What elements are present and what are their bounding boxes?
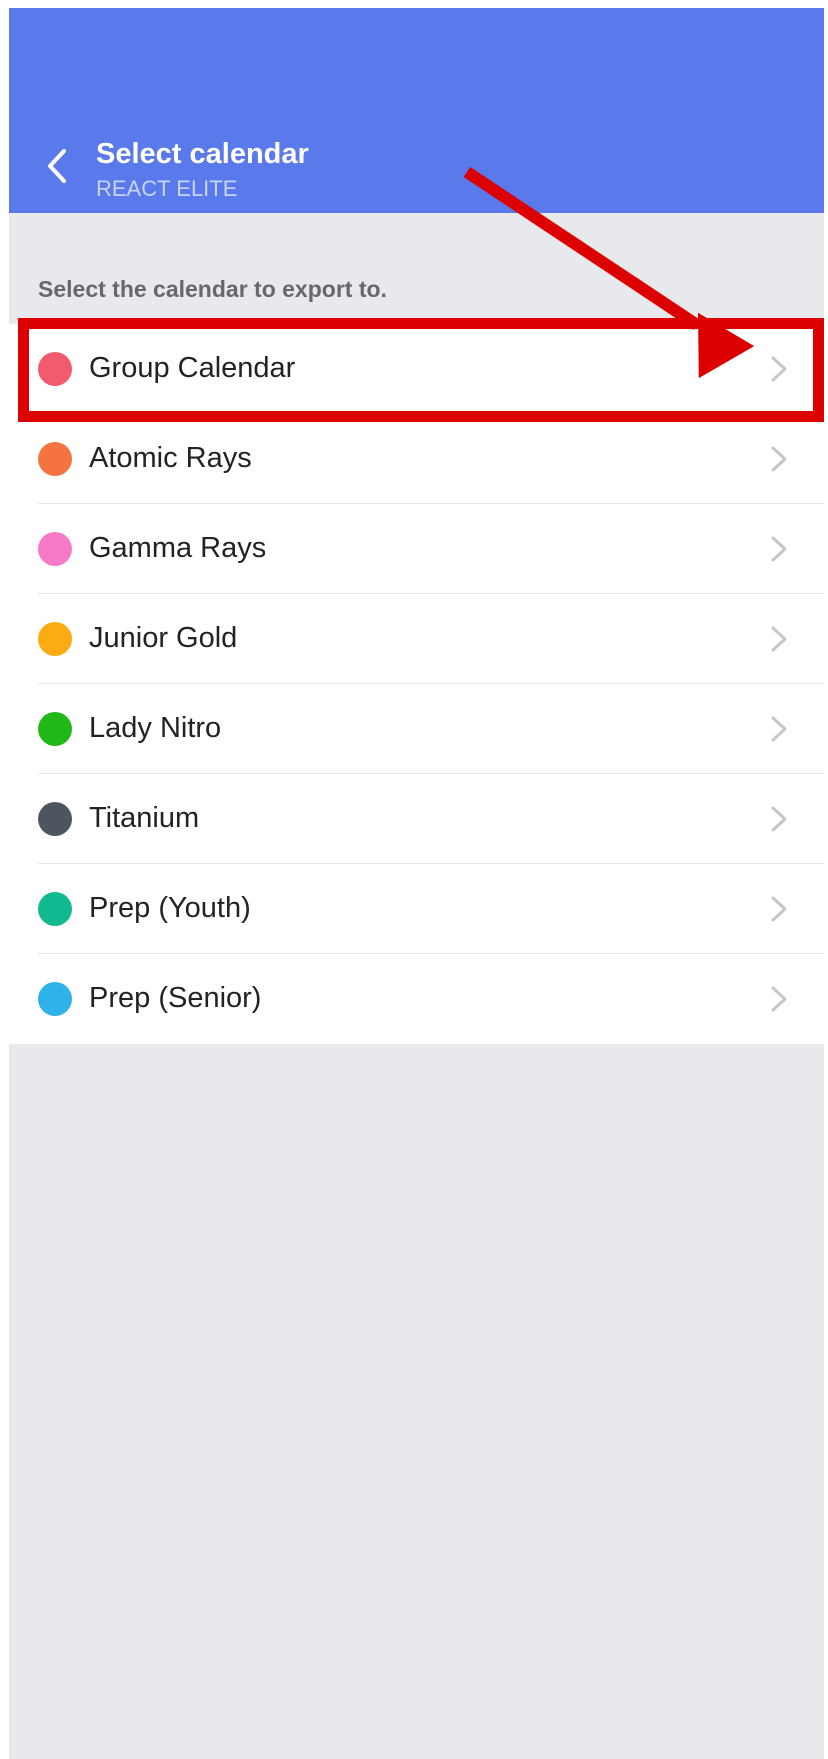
- calendar-name: Titanium: [89, 802, 200, 834]
- calendar-row-prep-senior[interactable]: Prep (Senior): [9, 954, 824, 1044]
- chevron-right-icon: [771, 536, 787, 562]
- page-subtitle: REACT ELITE: [96, 176, 238, 201]
- calendar-row-atomic-rays[interactable]: Atomic Rays: [9, 414, 824, 504]
- color-dot: [38, 982, 72, 1016]
- back-button[interactable]: [35, 144, 79, 188]
- calendar-row-lady-nitro[interactable]: Lady Nitro: [9, 684, 824, 774]
- calendar-list: Group Calendar Atomic Rays Gamma Rays Ju…: [9, 324, 824, 1044]
- calendar-row-group-calendar[interactable]: Group Calendar: [9, 324, 824, 414]
- calendar-name: Group Calendar: [89, 352, 296, 384]
- color-dot: [38, 892, 72, 926]
- chevron-right-icon: [771, 356, 787, 382]
- color-dot: [38, 802, 72, 836]
- page-title: Select calendar: [96, 138, 309, 170]
- calendar-name: Lady Nitro: [89, 712, 222, 744]
- calendar-name: Prep (Youth): [89, 892, 251, 924]
- chevron-right-icon: [771, 716, 787, 742]
- calendar-name: Atomic Rays: [89, 442, 252, 474]
- chevron-right-icon: [771, 806, 787, 832]
- color-dot: [38, 442, 72, 476]
- section-instruction: Select the calendar to export to.: [38, 276, 387, 302]
- chevron-left-icon: [48, 149, 66, 183]
- calendar-row-junior-gold[interactable]: Junior Gold: [9, 594, 824, 684]
- color-dot: [38, 622, 72, 656]
- calendar-row-titanium[interactable]: Titanium: [9, 774, 824, 864]
- app-screen: Select calendar REACT ELITE Select the c…: [9, 8, 824, 1759]
- calendar-name: Gamma Rays: [89, 532, 267, 564]
- calendar-row-gamma-rays[interactable]: Gamma Rays: [9, 504, 824, 594]
- color-dot: [38, 352, 72, 386]
- chevron-right-icon: [771, 986, 787, 1012]
- chevron-right-icon: [771, 896, 787, 922]
- color-dot: [38, 532, 72, 566]
- calendar-row-prep-youth[interactable]: Prep (Youth): [9, 864, 824, 954]
- color-dot: [38, 712, 72, 746]
- calendar-name: Prep (Senior): [89, 982, 262, 1014]
- app-header: Select calendar REACT ELITE: [9, 8, 824, 213]
- calendar-name: Junior Gold: [89, 622, 238, 654]
- chevron-right-icon: [771, 446, 787, 472]
- chevron-right-icon: [771, 626, 787, 652]
